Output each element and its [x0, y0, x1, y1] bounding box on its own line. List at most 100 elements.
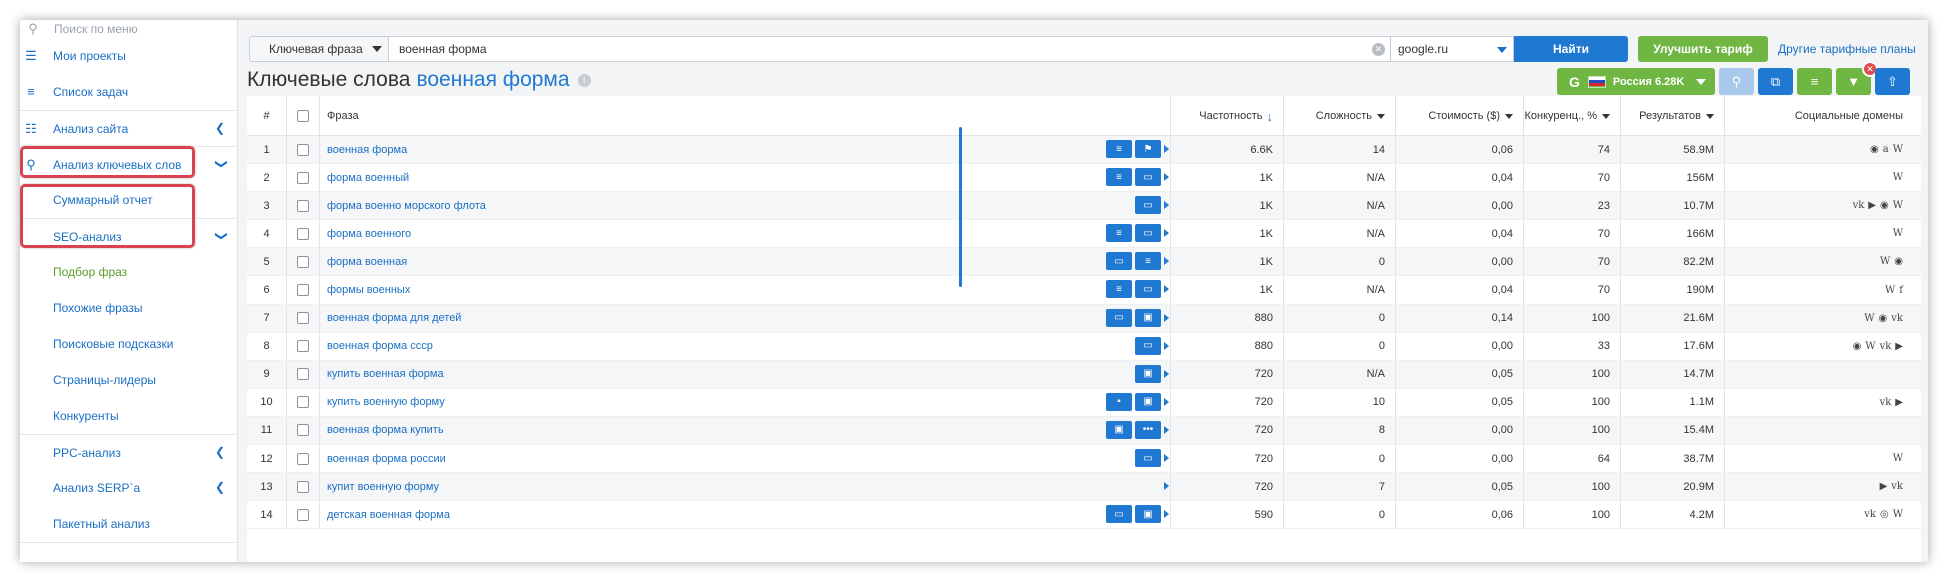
table-row[interactable]: 10 купить военную форму ▪ ▣ 720 10 0,05 100 1.1M… [247, 388, 1921, 417]
row-action-button[interactable]: ▭ [1135, 280, 1161, 299]
phrase-link[interactable]: купить военная форма [327, 368, 444, 380]
expand-arrow-icon[interactable] [1164, 425, 1169, 434]
sidebar-item-leader-pages[interactable]: Страницы-лидеры [20, 362, 237, 398]
row-action-button[interactable]: ▭ [1135, 224, 1161, 243]
phrase-link[interactable]: детская военная форма [327, 509, 450, 521]
phrase-link[interactable]: форма военного [327, 228, 411, 240]
expand-arrow-icon[interactable] [1164, 201, 1169, 210]
row-checkbox[interactable] [297, 227, 309, 240]
row-action-button[interactable]: ▣ [1135, 308, 1161, 327]
row-action-button[interactable]: ▣ [1135, 364, 1161, 383]
engine-select[interactable]: google.ru [1391, 35, 1514, 62]
table-row[interactable]: 4 форма военного ≡ ▭ 1K N/A 0,04 70 166M W [247, 220, 1921, 249]
sidebar-item-tasks[interactable]: ≡ Список задач [20, 74, 237, 110]
phrase-link[interactable]: военная форма россии [327, 453, 446, 465]
col-frequency[interactable]: Частотность ↓ [1171, 96, 1284, 136]
phrase-link[interactable]: военная форма для детей [327, 312, 461, 324]
row-checkbox[interactable] [297, 452, 309, 465]
phrase-link[interactable]: купит военную форму [327, 481, 439, 493]
key-tool-button[interactable]: ⚲ [1719, 68, 1754, 95]
query-input[interactable]: военная форма ✕ [389, 35, 1391, 62]
row-action-button[interactable]: ≡ [1106, 224, 1132, 243]
row-action-button[interactable]: ▪ [1106, 392, 1132, 411]
actions-scrollbar[interactable] [959, 127, 962, 287]
phrase-link[interactable]: военная форма [327, 144, 407, 156]
row-checkbox[interactable] [297, 284, 309, 297]
expand-arrow-icon[interactable] [1164, 173, 1169, 182]
expand-arrow-icon[interactable] [1164, 454, 1169, 463]
col-cost[interactable]: Стоимость ($) [1396, 96, 1524, 136]
sidebar-item-batch-analysis[interactable]: Пакетный анализ [20, 506, 237, 542]
expand-arrow-icon[interactable] [1164, 341, 1169, 350]
table-row[interactable]: 11 военная форма купить ▣ ••• 720 8 0,00 100 15.… [247, 416, 1921, 446]
info-icon[interactable]: i [577, 73, 591, 87]
row-action-button[interactable]: ⚑ [1135, 140, 1161, 158]
row-checkbox[interactable] [297, 255, 309, 268]
expand-arrow-icon[interactable] [1164, 229, 1169, 238]
columns-button[interactable]: ≡ [1797, 68, 1832, 95]
sidebar-item-phrase-selection[interactable]: Подбор фраз [20, 254, 237, 290]
row-action-button[interactable]: ▭ [1135, 168, 1161, 187]
row-action-button[interactable]: ▭ [1106, 505, 1132, 524]
table-row[interactable]: 9 купить военная форма ▣ 720 N/A 0,05 100 14.7M [247, 360, 1921, 389]
table-row[interactable]: 5 форма военная ▭ ≡ 1K 0 0,00 70 82.2M W ◉ [247, 248, 1921, 277]
row-action-button[interactable]: ▣ [1135, 392, 1161, 411]
row-checkbox[interactable] [297, 171, 309, 184]
table-row[interactable]: 6 формы военных ≡ ▭ 1K N/A 0,04 70 190M Wf [247, 276, 1921, 305]
phrase-link[interactable]: форма военный [327, 172, 409, 184]
find-button[interactable]: Найти [1514, 35, 1628, 62]
filter-button[interactable]: ▼ ✕ [1836, 61, 1878, 95]
row-checkbox[interactable] [297, 143, 309, 156]
row-action-button[interactable]: ▭ [1135, 449, 1161, 468]
phrase-link[interactable]: военная форма купить [327, 424, 444, 436]
row-checkbox[interactable] [297, 312, 309, 325]
expand-arrow-icon[interactable] [1164, 285, 1169, 294]
col-competition[interactable]: Конкуренц., % [1524, 96, 1621, 136]
row-action-button[interactable]: ▭ [1106, 252, 1132, 271]
row-action-button[interactable]: ▭ [1135, 336, 1161, 355]
select-all-checkbox[interactable] [297, 110, 309, 122]
sidebar-item-competitors[interactable]: Конкуренты [20, 398, 237, 434]
clear-icon[interactable]: ✕ [1372, 42, 1385, 56]
expand-arrow-icon[interactable] [1164, 482, 1169, 491]
row-action-button[interactable]: ≡ [1106, 168, 1132, 187]
phrase-link[interactable]: форма военно морского флота [327, 200, 486, 212]
table-row[interactable]: 12 военная форма россии ▭ 720 0 0,00 64 38.7M W [247, 445, 1921, 474]
row-checkbox[interactable] [297, 480, 309, 493]
expand-arrow-icon[interactable] [1164, 313, 1169, 322]
table-row[interactable]: 7 военная форма для детей ▭ ▣ 880 0 0,14 100 21.… [247, 304, 1921, 333]
sidebar-item-serp-analysis[interactable]: Анализ SERP`а ❮ [20, 470, 237, 506]
phrase-link[interactable]: купить военную форму [327, 396, 445, 408]
export-button[interactable]: ⇧ [1875, 68, 1910, 95]
table-row[interactable]: 2 форма военный ≡ ▭ 1K N/A 0,04 70 156M W [247, 164, 1921, 193]
expand-arrow-icon[interactable] [1164, 510, 1169, 519]
row-action-button[interactable]: ▣ [1106, 420, 1132, 439]
sidebar-item-similar-phrases[interactable]: Похожие фразы [20, 290, 237, 326]
sidebar-item-search-suggestions[interactable]: Поисковые подсказки [20, 326, 237, 362]
row-action-button[interactable]: ▭ [1135, 196, 1161, 215]
search-type-select[interactable]: Ключевая фраза [249, 35, 389, 62]
sidebar-item-projects[interactable]: ☰ Мои проекты [20, 38, 237, 74]
phrase-link[interactable]: форма военная [327, 256, 407, 268]
table-row[interactable]: 13 купит военную форму 720 7 0,05 100 20.9M ▶ vk [247, 473, 1921, 502]
table-row[interactable]: 8 военная форма ссср ▭ 880 0 0,00 33 17.6M ◉ Wvk ▶ [247, 332, 1921, 361]
row-action-button[interactable]: ≡ [1106, 280, 1132, 299]
expand-arrow-icon[interactable] [1164, 397, 1169, 406]
copy-button[interactable]: ⧉ [1758, 68, 1793, 95]
row-action-button[interactable]: ≡ [1135, 252, 1161, 271]
col-difficulty[interactable]: Сложность [1284, 96, 1396, 136]
table-row[interactable]: 1 военная форма ≡ ⚑ 6.6K 14 0,06 74 58.9M ◉ a W [247, 136, 1921, 165]
other-plans-link[interactable]: Другие тарифные планы [1778, 42, 1916, 56]
row-checkbox[interactable] [297, 340, 309, 353]
sidebar-item-ppc-analysis[interactable]: PPC-анализ ❮ [20, 434, 237, 470]
sidebar-item-site-analysis[interactable]: ☷ Анализ сайта ❮ [20, 110, 237, 146]
row-checkbox[interactable] [297, 396, 309, 409]
table-row[interactable]: 14 детская военная форма ▭ ▣ 590 0 0,06 100 4.2M… [247, 501, 1921, 530]
expand-arrow-icon[interactable] [1164, 369, 1169, 378]
row-checkbox[interactable] [297, 424, 309, 437]
region-select[interactable]: G Россия 6.28K [1557, 68, 1715, 95]
row-action-button[interactable]: ▭ [1106, 308, 1132, 327]
upgrade-button[interactable]: Улучшить тариф [1638, 35, 1768, 62]
row-action-button[interactable]: ≡ [1106, 140, 1132, 158]
menu-search[interactable]: ⚲ Поиск по меню [20, 20, 237, 38]
